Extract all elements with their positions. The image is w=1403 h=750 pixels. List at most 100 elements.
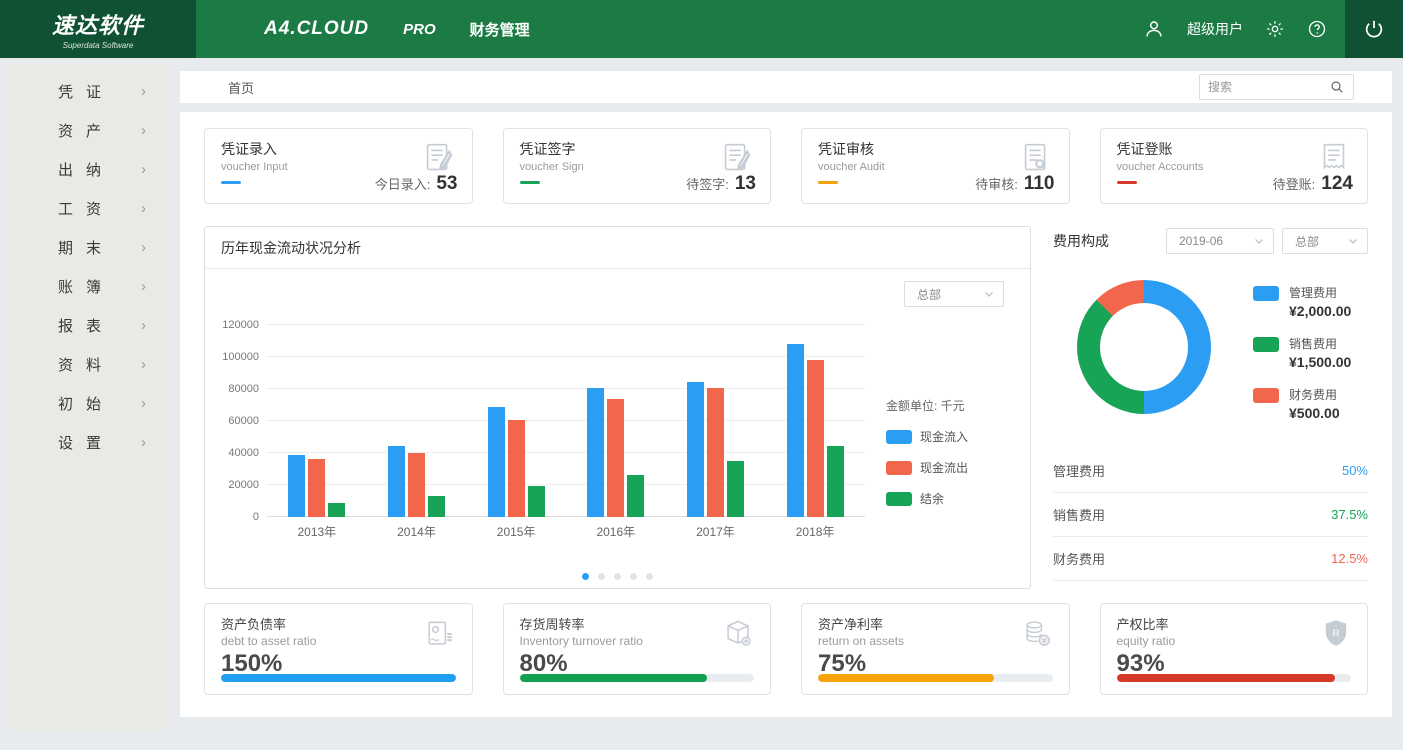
- svg-text:R: R: [1332, 628, 1340, 639]
- progress-track: [520, 674, 755, 682]
- progress-track: [1117, 674, 1352, 682]
- y-tick-label: 120000: [222, 319, 259, 331]
- ratio-subtitle: equity ratio: [1117, 634, 1352, 648]
- legend-label: 现金流入: [920, 428, 968, 445]
- bar: [727, 461, 744, 517]
- bar: [807, 360, 824, 517]
- chevron-right-icon: ›: [141, 161, 146, 178]
- user-icon[interactable]: [1143, 18, 1165, 40]
- sidebar-item-label: 报表: [58, 315, 141, 336]
- bar-group: [288, 325, 345, 517]
- carousel-dot[interactable]: [614, 573, 621, 580]
- ratio-card-row: 资产负债率 debt to asset ratio 150% 存货周转率 Inv…: [204, 603, 1368, 695]
- kpi-stat-label: 待签字:: [686, 174, 729, 193]
- x-tick-label: 2013年: [289, 523, 345, 540]
- chart-legend: 金额单位: 千元 现金流入 现金流出 结余: [886, 397, 1006, 521]
- sidebar-item-period-end[interactable]: 期末›: [8, 228, 172, 267]
- sidebar-item-initial[interactable]: 初始›: [8, 384, 172, 423]
- expense-row-percent: 37.5%: [1331, 507, 1368, 522]
- bar-group: [488, 325, 545, 517]
- sidebar-item-reports[interactable]: 报表›: [8, 306, 172, 345]
- accent-dash: [221, 181, 241, 184]
- settings-gear-icon[interactable]: [1265, 19, 1285, 39]
- carousel-dot[interactable]: [598, 573, 605, 580]
- bar: [488, 407, 505, 517]
- sidebar-item-assets[interactable]: 资产›: [8, 111, 172, 150]
- ratio-title: 资产净利率: [818, 614, 1053, 633]
- expense-row-percent: 12.5%: [1331, 551, 1368, 566]
- kpi-card-voucher-sign[interactable]: 凭证签字 voucher Sign 待签字:13: [503, 128, 772, 204]
- product-bar: A4.CLOUD PRO 财务管理: [196, 0, 1143, 58]
- bar: [328, 503, 345, 517]
- chevron-right-icon: ›: [141, 200, 146, 217]
- sidebar-item-payroll[interactable]: 工资›: [8, 189, 172, 228]
- ratio-title: 存货周转率: [520, 614, 755, 633]
- carousel-dot[interactable]: [582, 573, 589, 580]
- expense-row-sales: 销售费用 37.5%: [1053, 493, 1368, 537]
- sidebar-item-label: 凭证: [58, 81, 141, 102]
- ratio-card-inventory-turnover: 存货周转率 Inventory turnover ratio 80%: [503, 603, 772, 695]
- logo-title: 速达软件: [52, 8, 144, 40]
- bar: [787, 344, 804, 517]
- chevron-right-icon: ›: [141, 395, 146, 412]
- search-input[interactable]: [1208, 80, 1329, 94]
- kpi-stat-label: 今日录入:: [375, 174, 431, 193]
- kpi-card-voucher-input[interactable]: 凭证录入 voucher Input 今日录入:53: [204, 128, 473, 204]
- legend-amount: ¥1,500.00: [1289, 354, 1351, 370]
- bar-group: [687, 325, 744, 517]
- bar: [428, 496, 445, 517]
- legend-label: 结余: [920, 490, 944, 507]
- legend-swatch: [1253, 337, 1279, 352]
- ratio-subtitle: Inventory turnover ratio: [520, 634, 755, 648]
- chevron-right-icon: ›: [141, 278, 146, 295]
- y-tick-label: 20000: [228, 479, 259, 491]
- bar: [687, 382, 704, 517]
- chevron-down-icon: [983, 288, 995, 300]
- sidebar-item-data[interactable]: 资料›: [8, 345, 172, 384]
- cashflow-chart-panel: 历年现金流动状况分析 总部 02000040000600008000010000…: [204, 226, 1031, 589]
- bar: [308, 459, 325, 517]
- chart-title: 历年现金流动状况分析: [205, 227, 1030, 269]
- expense-title: 费用构成: [1053, 231, 1158, 251]
- legend-label: 现金流出: [920, 459, 968, 476]
- kpi-card-voucher-register[interactable]: 凭证登账 voucher Accounts 待登账:124: [1100, 128, 1369, 204]
- search-box[interactable]: [1199, 74, 1354, 100]
- search-icon[interactable]: [1329, 79, 1345, 95]
- username-label[interactable]: 超级用户: [1187, 19, 1243, 39]
- certificate-icon: [422, 616, 458, 657]
- progress-fill: [1117, 674, 1335, 682]
- sidebar-item-label: 账簿: [58, 276, 141, 297]
- legend-amount: ¥2,000.00: [1289, 303, 1351, 319]
- month-select[interactable]: 2019-06: [1166, 228, 1274, 254]
- ratio-card-return-on-assets: 资产净利率 return on assets 75%: [801, 603, 1070, 695]
- breadcrumb-bar: 首页: [180, 71, 1392, 103]
- help-icon[interactable]: [1307, 19, 1327, 39]
- box-icon: [720, 616, 756, 657]
- accent-dash: [520, 181, 540, 184]
- carousel-dot[interactable]: [646, 573, 653, 580]
- legend-swatch: [886, 430, 912, 444]
- kpi-stat-value: 13: [735, 173, 756, 195]
- donut-legend: 管理费用 ¥2,000.00 销售费用 ¥1,500.00 财务费用 ¥500.…: [1253, 280, 1351, 421]
- branch-select[interactable]: 总部: [904, 281, 1004, 307]
- logout-power-button[interactable]: [1345, 0, 1403, 58]
- sidebar-item-settings[interactable]: 设置›: [8, 423, 172, 462]
- legend-swatch: [1253, 286, 1279, 301]
- y-tick-label: 40000: [228, 447, 259, 459]
- bar-group: [787, 325, 844, 517]
- ratio-subtitle: debt to asset ratio: [221, 634, 456, 648]
- progress-fill: [520, 674, 708, 682]
- breadcrumb-home[interactable]: 首页: [228, 78, 254, 97]
- accent-dash: [818, 181, 838, 184]
- carousel-dot[interactable]: [630, 573, 637, 580]
- sidebar-item-voucher[interactable]: 凭证›: [8, 72, 172, 111]
- expense-row-percent: 50%: [1342, 463, 1368, 478]
- branch-select-value: 总部: [1295, 233, 1319, 250]
- x-tick-label: 2016年: [588, 523, 644, 540]
- kpi-card-voucher-audit[interactable]: 凭证审核 voucher Audit 待审核:110: [801, 128, 1070, 204]
- branch-select-2[interactable]: 总部: [1282, 228, 1368, 254]
- product-name: A4.CLOUD: [264, 18, 369, 40]
- donut-legend-item-admin: 管理费用 ¥2,000.00: [1253, 284, 1351, 319]
- sidebar-item-cashier[interactable]: 出纳›: [8, 150, 172, 189]
- sidebar-item-account-books[interactable]: 账簿›: [8, 267, 172, 306]
